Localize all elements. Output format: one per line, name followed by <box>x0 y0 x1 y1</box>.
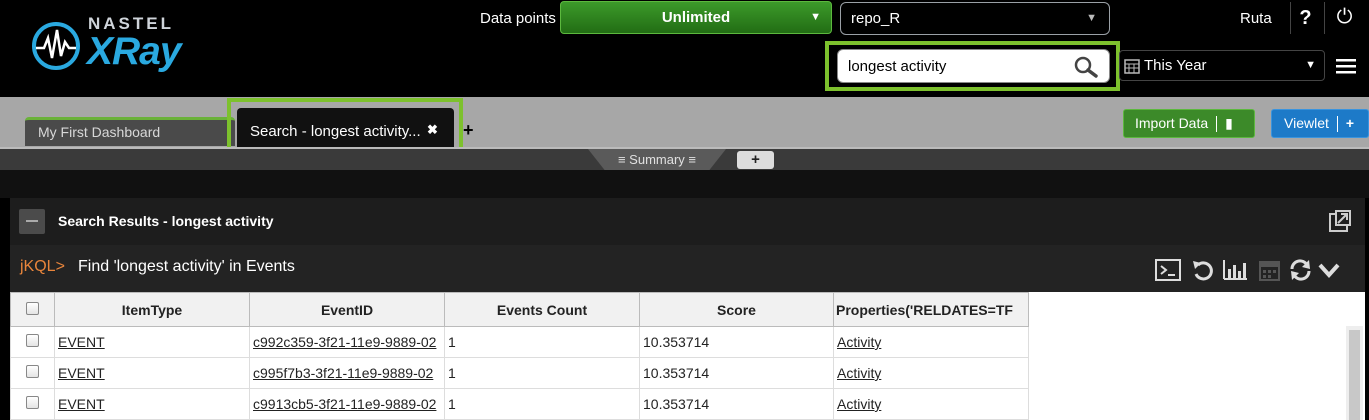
column-header[interactable]: Properties('RELDATES=TF <box>833 292 1029 327</box>
chevron-down-icon[interactable] <box>1316 259 1342 281</box>
help-icon[interactable]: ? <box>1290 2 1320 34</box>
search-input[interactable] <box>848 50 1068 82</box>
minus-icon <box>26 220 38 222</box>
tab-label: Search - longest activity... <box>250 123 421 140</box>
terminal-icon[interactable] <box>1155 259 1181 281</box>
chevron-down-icon: ▼ <box>1305 59 1316 71</box>
query-text[interactable]: Find 'longest activity' in Events <box>78 258 295 276</box>
event-id-link[interactable]: c992c359-3f21-11e9-9889-02 <box>253 334 436 350</box>
panel-title: Search Results - longest activity <box>58 213 274 229</box>
score-cell: 10.353714 <box>639 357 834 389</box>
viewlet-label: Viewlet <box>1284 115 1329 131</box>
time-range-select[interactable]: This Year ▼ <box>1119 50 1325 81</box>
properties-link[interactable]: Activity <box>837 334 881 350</box>
refresh-icon[interactable] <box>1288 259 1314 281</box>
undo-icon[interactable] <box>1190 259 1216 281</box>
repository-select[interactable]: repo_R ▼ <box>840 2 1110 35</box>
column-header[interactable]: ItemType <box>54 292 250 327</box>
add-subtab-button[interactable]: + <box>737 151 774 169</box>
add-tab-button[interactable]: + <box>463 120 474 141</box>
column-header[interactable]: Score <box>639 292 834 327</box>
repository-value: repo_R <box>851 10 901 27</box>
plus-icon: + <box>1345 115 1355 131</box>
row-checkbox[interactable] <box>10 388 55 420</box>
data-points-label: Data points <box>480 10 556 27</box>
import-data-label: Import Data <box>1135 115 1209 131</box>
chevron-down-icon: ▼ <box>810 11 821 23</box>
properties-link[interactable]: Activity <box>837 365 881 381</box>
tab-search-longest-activity[interactable]: Search - longest activity... ✖ <box>237 108 454 148</box>
data-points-select[interactable]: Unlimited ▼ <box>560 1 832 34</box>
panel-gap <box>0 170 1369 198</box>
item-type-link[interactable]: EVENT <box>58 334 105 350</box>
jkql-prompt: jKQL> <box>20 258 65 275</box>
events-count-cell: 1 <box>444 326 640 358</box>
column-header[interactable]: Events Count <box>444 292 640 327</box>
import-data-button[interactable]: Import Data ▮ <box>1123 109 1255 138</box>
add-viewlet-button[interactable]: Viewlet + <box>1271 109 1369 138</box>
bar-chart-icon[interactable] <box>1222 259 1248 281</box>
table-header-row: ItemType EventID Events Count Score Prop… <box>10 292 1029 327</box>
properties-link[interactable]: Activity <box>837 396 881 412</box>
table-row: EVENT c992c359-3f21-11e9-9889-02 1 10.35… <box>10 326 1029 358</box>
event-id-link[interactable]: c995f7b3-3f21-11e9-9889-02 <box>253 365 433 381</box>
row-checkbox[interactable] <box>10 357 55 389</box>
import-icon: ▮ <box>1225 115 1233 131</box>
events-count-cell: 1 <box>444 357 640 389</box>
column-header[interactable]: EventID <box>249 292 445 327</box>
calendar-icon <box>1259 261 1280 281</box>
score-cell: 10.353714 <box>639 388 834 420</box>
close-icon[interactable]: ✖ <box>427 122 438 138</box>
pop-out-icon[interactable] <box>1328 209 1352 233</box>
table-row: EVENT c995f7b3-3f21-11e9-9889-02 1 10.35… <box>10 357 1029 389</box>
item-type-link[interactable]: EVENT <box>58 365 105 381</box>
search-icon[interactable] <box>1073 56 1099 78</box>
table-row: EVENT c9913cb5-3f21-11e9-9889-02 1 10.35… <box>10 388 1029 420</box>
results-table: ItemType EventID Events Count Score Prop… <box>10 292 1029 420</box>
hamburger-menu-icon[interactable] <box>1336 58 1356 74</box>
select-all-checkbox[interactable] <box>10 292 55 327</box>
user-name[interactable]: Ruta <box>1240 10 1272 27</box>
power-icon[interactable]: ⏻ <box>1324 2 1364 34</box>
events-count-cell: 1 <box>444 388 640 420</box>
logo-product-text: XRay <box>87 30 182 73</box>
data-points-value: Unlimited <box>661 9 731 26</box>
time-range-value: This Year <box>1144 57 1207 74</box>
search-box[interactable] <box>837 49 1110 83</box>
row-checkbox[interactable] <box>10 326 55 358</box>
scrollbar-thumb[interactable] <box>1349 330 1360 420</box>
item-type-link[interactable]: EVENT <box>58 396 105 412</box>
collapse-panel-button[interactable] <box>19 209 45 234</box>
calendar-icon <box>1124 59 1140 74</box>
score-cell: 10.353714 <box>639 326 834 358</box>
chevron-down-icon: ▼ <box>1086 12 1097 24</box>
summary-subtab[interactable]: ≡ Summary ≡ <box>588 149 726 170</box>
tab-my-first-dashboard[interactable]: My First Dashboard <box>25 117 235 146</box>
event-id-link[interactable]: c9913cb5-3f21-11e9-9889-02 <box>253 396 436 412</box>
